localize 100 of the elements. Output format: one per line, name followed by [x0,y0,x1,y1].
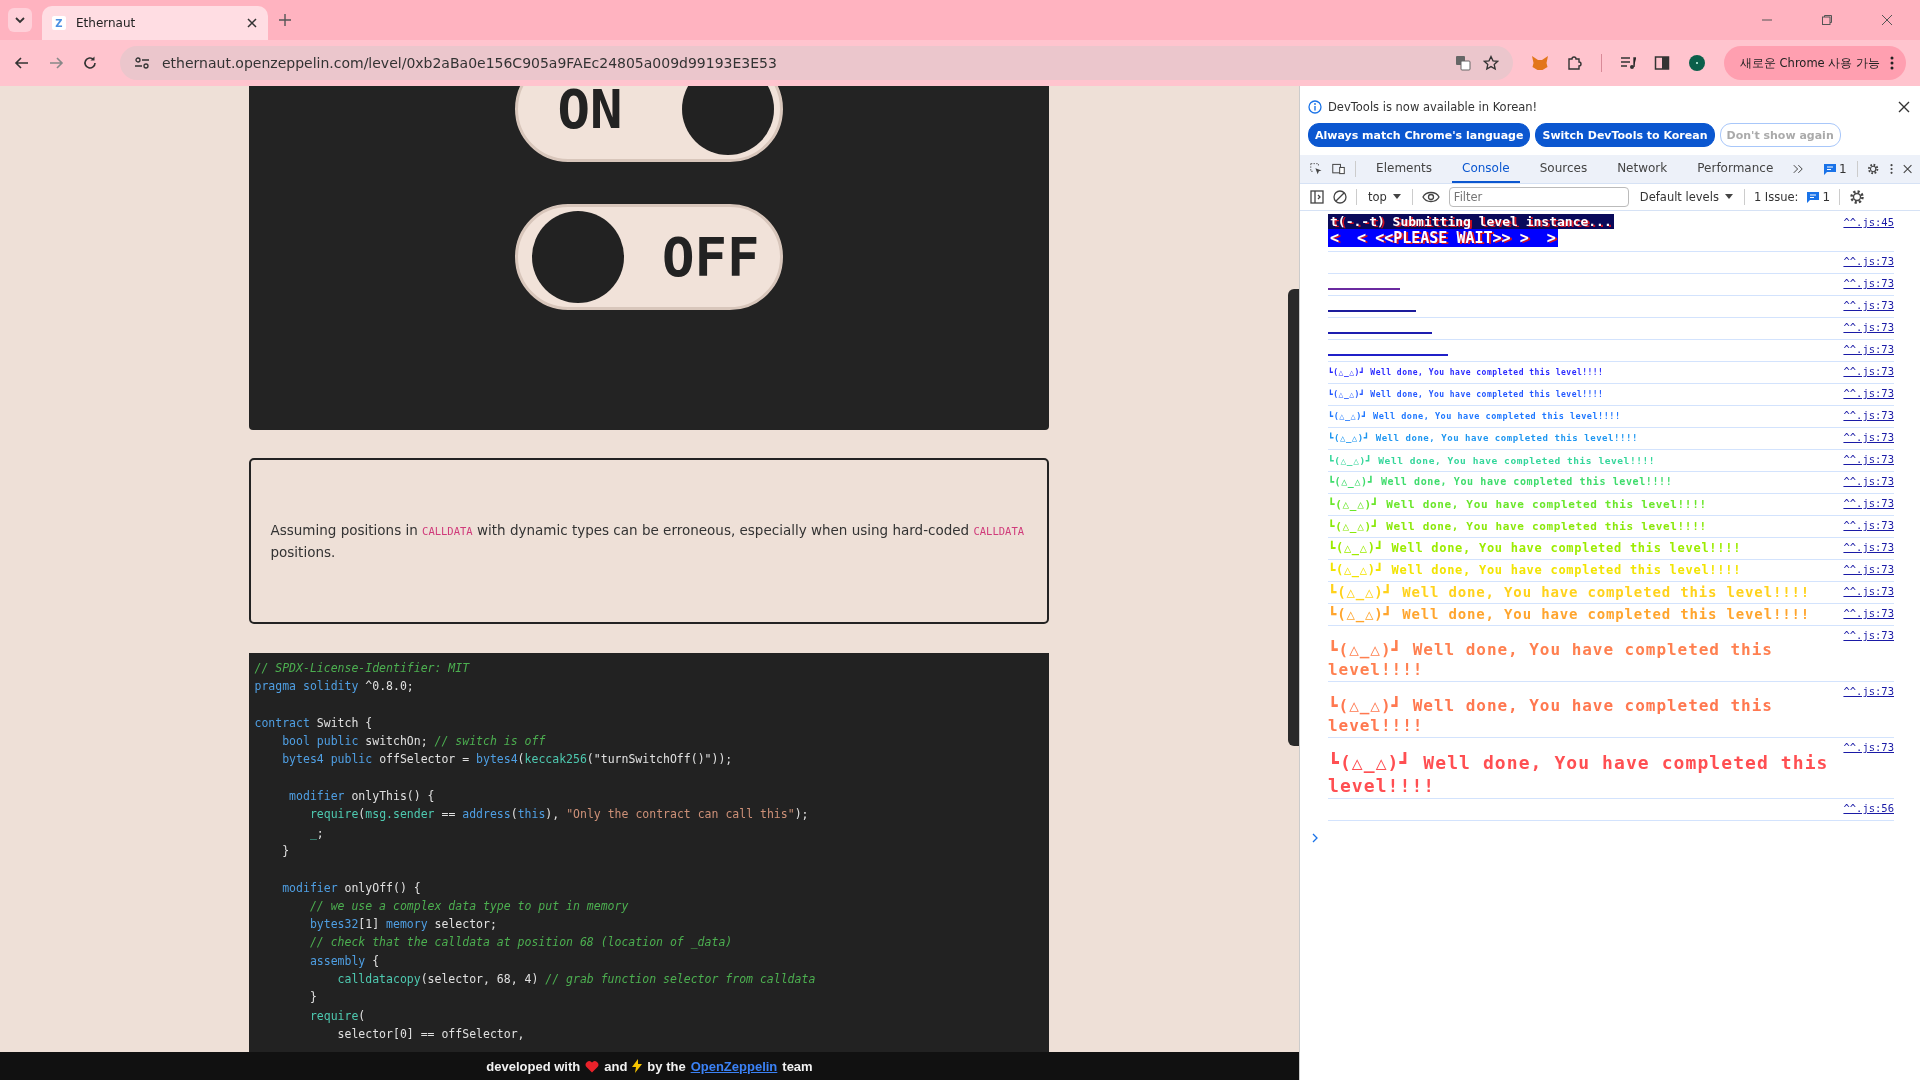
issues-label: 1 Issue: [1753,190,1799,204]
devtools-tab[interactable]: Elements [1366,155,1443,183]
code-line: require( [308,1007,367,1025]
toggle-switch[interactable]: OFF [514,204,783,310]
console-message: ┗(△_△)┛ Well done, You have completed this level!!!! [1328,563,1742,578]
source-link[interactable]: ^^.js:73 [1843,275,1894,289]
star-icon[interactable] [1482,55,1499,71]
footer-text: by the [647,1058,686,1074]
footer-text: developed with [486,1058,581,1074]
scrollbar-thumb[interactable] [1288,289,1299,746]
settings-icon[interactable] [1849,189,1866,205]
info-icon [1308,100,1322,114]
more-options-icon[interactable] [1889,162,1893,176]
devtools-tab[interactable]: Sources [1529,155,1598,183]
back-icon[interactable] [14,55,30,71]
issues-badge[interactable]: 1 [1824,162,1847,176]
source-link[interactable]: ^^.js:73 [1843,407,1894,421]
source-link[interactable]: ^^.js:73 [1843,363,1894,377]
source-link[interactable]: ^^.js:73 [1843,539,1894,553]
console-message: < < <<PLEASE WAIT>> > > [1328,229,1558,247]
source-link[interactable]: ^^.js:73 [1843,495,1894,509]
more-icon [1890,56,1894,70]
console-message: ┗(△_△)┛ Well done, You have completed this level!!!! [1328,752,1830,797]
filter-field[interactable]: Filter [1448,187,1629,207]
code-line: assembly { [308,952,381,970]
source-link[interactable]: ^^.js:73 [1843,627,1894,641]
device-toolbar-icon[interactable] [1332,161,1346,177]
infobar-button[interactable]: Switch DevTools to Korean [1535,123,1715,147]
openzeppelin-link[interactable]: OpenZeppelin [690,1058,778,1074]
code-line: bytes32[1] memory selector; [308,916,498,934]
lightning-icon [632,1059,643,1073]
note-text: Assuming positions in CALLDATA with dynamic types can be erroneous, especially when using hard-coded CALLDATA positions. [270,520,1026,562]
log-levels-dropdown[interactable]: Default levels [1637,190,1735,204]
translate-icon[interactable] [1454,55,1471,71]
sidebar-toggle-icon[interactable] [1310,190,1324,204]
side-panel-icon[interactable] [1653,55,1670,71]
settings-icon[interactable] [1867,161,1880,177]
more-tabs-icon[interactable] [1793,163,1805,175]
console-message: t(-.-t) Submitting level instance... [1328,214,1614,229]
code-line: calldatacopy(selector, 68, 4) // grab function selector from calldata [336,971,817,989]
site-settings-icon[interactable] [134,56,150,70]
source-link[interactable]: ^^.js:73 [1843,451,1894,465]
source-link[interactable]: ^^.js:73 [1843,473,1894,487]
source-link[interactable]: ^^.js:73 [1843,583,1894,597]
infobar-button[interactable]: Always match Chrome's language [1308,123,1531,147]
source-link[interactable]: ^^.js:45 [1843,214,1894,228]
puzzle-icon[interactable] [1566,55,1583,71]
close-icon[interactable] [1902,163,1912,175]
issues-badge[interactable]: 1 [1807,190,1831,204]
source-link[interactable]: ^^.js:73 [1843,385,1894,399]
console-message: ┗(△_△)┛ Well done, You have completed this level!!!! [1328,519,1707,534]
context-dropdown[interactable]: top [1366,190,1403,204]
source-link[interactable]: ^^.js:73 [1843,517,1894,531]
devtools-tab[interactable]: Console [1452,155,1520,183]
source-link[interactable]: ^^.js:73 [1843,683,1894,697]
code-line: // check that the calldata at position 68 (location of _data) [308,934,734,952]
devtools-tab[interactable]: Network [1607,155,1678,183]
code-line: require(msg.sender == address(this), "Only the contract can call this"); [308,806,810,824]
code-line: bool public switchOn; // switch is off [281,733,547,751]
update-chrome-button[interactable]: 새로운 Chrome 사용 가능 [1723,46,1906,80]
close-icon[interactable] [246,17,258,29]
footer-text: team [782,1058,813,1074]
heart-icon [585,1059,600,1073]
eye-icon[interactable] [1421,191,1440,203]
source-link[interactable]: ^^.js:73 [1843,319,1894,333]
source-link[interactable]: ^^.js:73 [1843,605,1894,619]
source-link[interactable]: ^^.js:56 [1843,800,1894,814]
source-link[interactable]: ^^.js:73 [1843,297,1894,311]
restore-icon[interactable] [1821,14,1833,26]
source-link[interactable]: ^^.js:73 [1843,341,1894,355]
code-line: // we use a complex data type to put in memory [308,897,630,915]
inspect-element-icon[interactable] [1310,161,1323,177]
source-link[interactable]: ^^.js:73 [1843,253,1894,267]
dropdown-arrow-icon [1724,194,1733,200]
new-tab-icon[interactable] [278,13,292,27]
close-window-icon[interactable] [1881,14,1893,26]
address-bar[interactable]: ethernaut.openzeppelin.com/level/0xb2aBa0e156C905a9FAEc24805a009d99193E3E53 [120,46,1513,80]
profile-avatar-icon[interactable] [1687,54,1706,72]
dropdown-arrow-icon [1392,194,1401,200]
reload-icon[interactable] [82,55,98,71]
clear-console-icon[interactable] [1333,190,1347,204]
browser-tab[interactable]: Z Ethernaut [42,6,268,40]
media-control-icon[interactable] [1619,55,1636,71]
console-message: ┗(△_△)┛ Well done, You have completed this level!!!! [1328,497,1707,512]
close-icon[interactable] [1898,101,1910,113]
source-link[interactable]: ^^.js:73 [1843,739,1894,753]
footer-text: and [604,1058,628,1074]
prompt-chevron-icon[interactable] [1312,833,1320,843]
source-link[interactable]: ^^.js:73 [1843,561,1894,575]
devtools-tab[interactable]: Performance [1687,155,1784,183]
code-line: } [308,989,318,1007]
code-line: pragma solidity ^0.8.0; [254,678,415,696]
console-message: ┗(△_△)┛ Well done, You have completed this level!!!! [1328,476,1673,489]
toggle-switch[interactable]: ON [514,86,783,162]
code-line: } [281,842,291,860]
console-message: ┗(△_△)┛ Well done, You have completed this level!!!! [1328,389,1604,400]
code-line: contract Switch { [254,714,374,732]
source-link[interactable]: ^^.js:73 [1843,429,1894,443]
console-message: ┗(△_△)┛ Well done, You have completed this level!!!! [1328,605,1810,624]
tab-search-button[interactable] [8,8,32,32]
